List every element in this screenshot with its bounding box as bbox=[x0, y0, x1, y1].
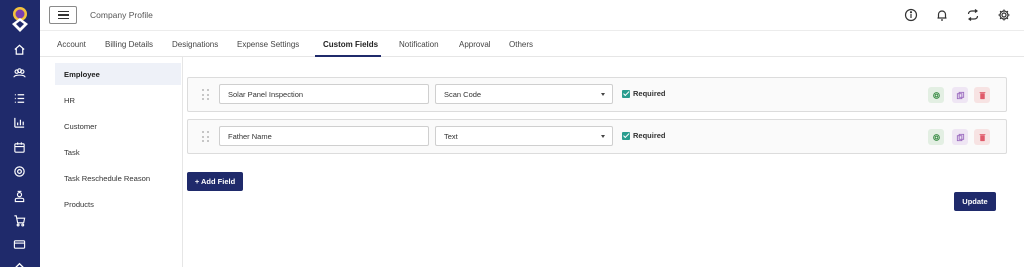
tab-others[interactable]: Others bbox=[509, 40, 533, 49]
info-icon[interactable] bbox=[903, 7, 919, 23]
update-button[interactable]: Update bbox=[954, 192, 996, 211]
target-icon[interactable] bbox=[11, 163, 27, 179]
custom-field-row: Text Required bbox=[187, 119, 1007, 154]
card-icon[interactable] bbox=[11, 236, 27, 252]
field-type-select[interactable]: Text bbox=[435, 126, 613, 146]
duplicate-field-button[interactable] bbox=[952, 129, 968, 145]
chevron-up-icon[interactable] bbox=[11, 257, 27, 267]
checkbox-checked-icon bbox=[622, 131, 630, 140]
page-title: Company Profile bbox=[90, 10, 153, 20]
duplicate-field-button[interactable] bbox=[952, 87, 968, 103]
tab-designations[interactable]: Designations bbox=[172, 40, 218, 49]
list-icon[interactable] bbox=[11, 90, 27, 106]
active-tab-underline bbox=[315, 55, 381, 57]
category-task[interactable]: Task bbox=[55, 141, 181, 163]
menu-toggle-button[interactable] bbox=[49, 6, 77, 24]
home-icon[interactable] bbox=[11, 41, 27, 57]
delete-field-button[interactable] bbox=[974, 87, 990, 103]
field-name-input[interactable] bbox=[219, 126, 429, 146]
category-task-reschedule-reason[interactable]: Task Reschedule Reason bbox=[55, 167, 181, 189]
settings-tabs: Account Billing Details Designations Exp… bbox=[40, 31, 1024, 57]
category-products[interactable]: Products bbox=[55, 193, 181, 215]
tab-billing-details[interactable]: Billing Details bbox=[105, 40, 153, 49]
category-hr[interactable]: HR bbox=[55, 89, 181, 111]
required-checkbox[interactable]: Required bbox=[622, 89, 666, 98]
copy-icon bbox=[956, 91, 964, 99]
trash-icon bbox=[979, 91, 985, 99]
top-bar: Company Profile bbox=[40, 0, 1024, 31]
tab-approval[interactable]: Approval bbox=[459, 40, 491, 49]
category-customer[interactable]: Customer bbox=[55, 115, 181, 137]
field-settings-button[interactable] bbox=[928, 87, 944, 103]
left-rail bbox=[0, 0, 40, 267]
field-type-select[interactable]: Scan Code bbox=[435, 84, 613, 104]
drag-handle-icon[interactable] bbox=[202, 131, 210, 143]
gear-icon bbox=[932, 91, 940, 99]
calendar-icon[interactable] bbox=[11, 139, 27, 155]
tab-expense-settings[interactable]: Expense Settings bbox=[237, 40, 299, 49]
gear-icon[interactable] bbox=[996, 7, 1012, 23]
required-label: Required bbox=[633, 89, 666, 98]
hamburger-line bbox=[57, 14, 69, 16]
hamburger-line bbox=[57, 17, 69, 20]
add-field-button[interactable]: + Add Field bbox=[187, 172, 243, 191]
sync-icon[interactable] bbox=[965, 7, 981, 23]
bar-chart-icon[interactable] bbox=[11, 114, 27, 130]
tab-custom-fields[interactable]: Custom Fields bbox=[323, 40, 378, 49]
delete-field-button[interactable] bbox=[974, 129, 990, 145]
user-badge-icon[interactable] bbox=[11, 188, 27, 204]
tab-account[interactable]: Account bbox=[57, 40, 86, 49]
trash-icon bbox=[979, 133, 985, 141]
team-icon[interactable] bbox=[11, 65, 27, 81]
chevron-down-icon bbox=[601, 93, 605, 96]
tab-notification[interactable]: Notification bbox=[399, 40, 439, 49]
field-type-value: Text bbox=[444, 131, 458, 141]
app-logo[interactable] bbox=[9, 6, 31, 36]
checkbox-checked-icon bbox=[622, 89, 630, 98]
copy-icon bbox=[956, 133, 964, 141]
required-checkbox[interactable]: Required bbox=[622, 131, 666, 140]
field-settings-button[interactable] bbox=[928, 129, 944, 145]
hamburger-line bbox=[57, 10, 69, 13]
required-label: Required bbox=[633, 131, 666, 140]
field-category-list: Employee HR Customer Task Task Reschedul… bbox=[40, 57, 183, 267]
gear-icon bbox=[932, 133, 940, 141]
chevron-down-icon bbox=[601, 135, 605, 138]
custom-field-row: Scan Code Required bbox=[187, 77, 1007, 112]
category-employee[interactable]: Employee bbox=[55, 63, 181, 85]
cart-icon[interactable] bbox=[11, 212, 27, 228]
bell-icon[interactable] bbox=[934, 7, 950, 23]
field-type-value: Scan Code bbox=[444, 89, 482, 99]
field-name-input[interactable] bbox=[219, 84, 429, 104]
drag-handle-icon[interactable] bbox=[202, 89, 210, 101]
